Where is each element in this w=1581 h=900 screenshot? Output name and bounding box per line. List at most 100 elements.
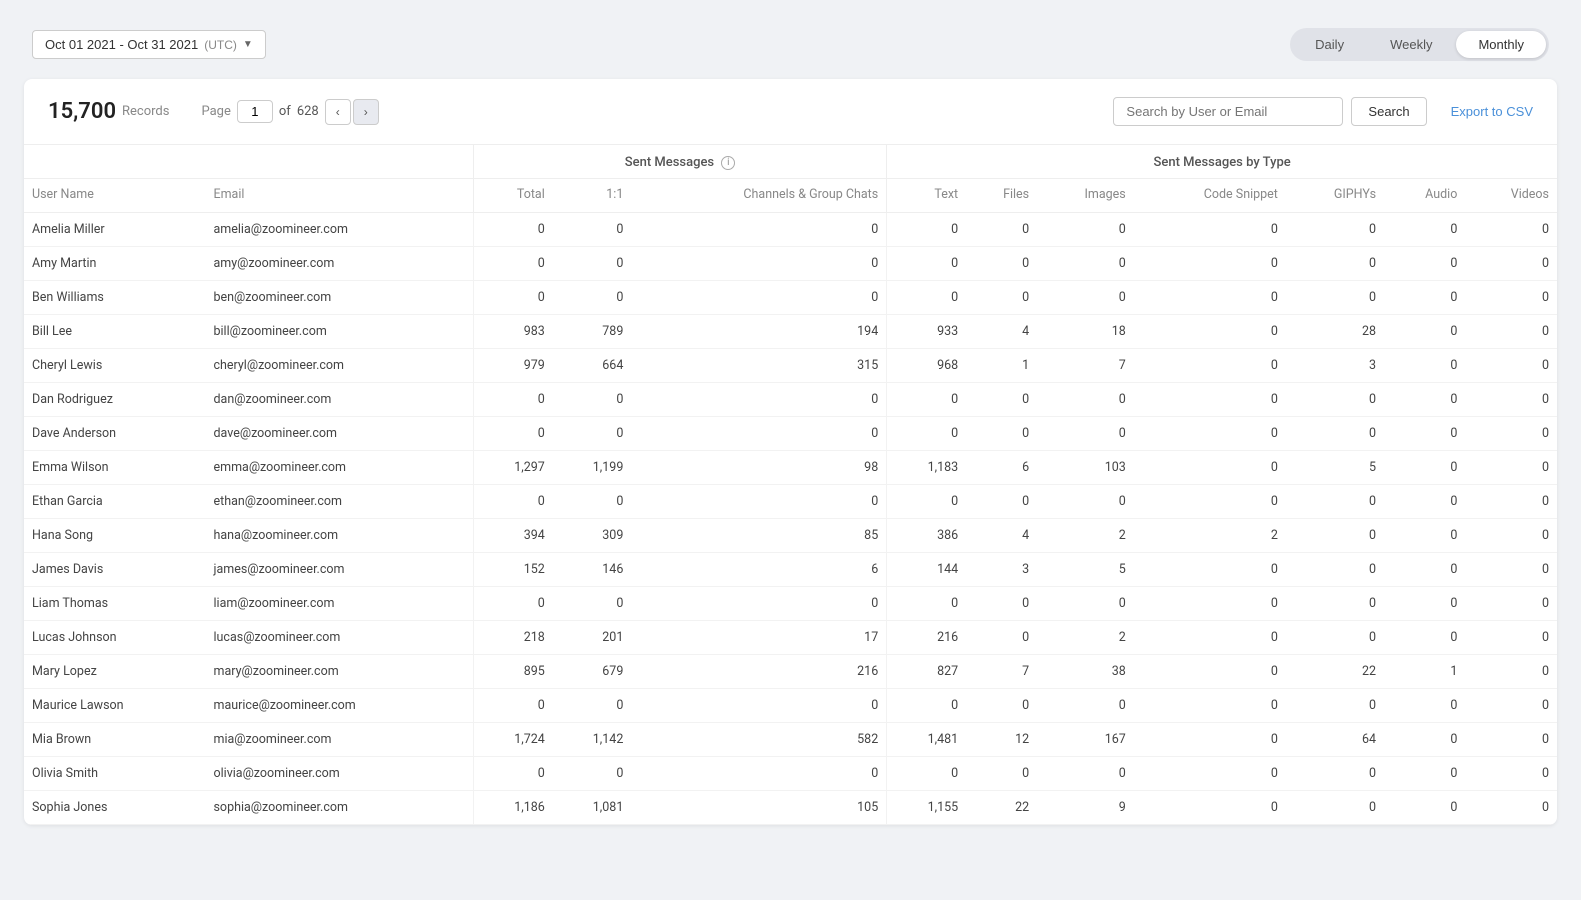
cell-total: 983 <box>473 315 552 349</box>
cell-oneToOne: 1,081 <box>553 791 632 825</box>
cell-images: 0 <box>1037 213 1134 247</box>
col-header-audio: Audio <box>1384 179 1465 213</box>
table-row: Mary Lopezmary@zoomineer.com895679216827… <box>24 655 1557 689</box>
cell-userName: Hana Song <box>24 519 205 553</box>
group-header-row: Sent Messages i Sent Messages by Type <box>24 145 1557 179</box>
cell-codeSnippet: 0 <box>1134 315 1286 349</box>
cell-audio: 0 <box>1384 315 1465 349</box>
search-input[interactable] <box>1113 97 1343 126</box>
cell-codeSnippet: 2 <box>1134 519 1286 553</box>
cell-files: 0 <box>966 247 1037 281</box>
table-row: Lucas Johnsonlucas@zoomineer.com21820117… <box>24 621 1557 655</box>
table-row: Amy Martinamy@zoomineer.com0000000000 <box>24 247 1557 281</box>
cell-email: mary@zoomineer.com <box>205 655 473 689</box>
cell-images: 103 <box>1037 451 1134 485</box>
table-row: Dave Andersondave@zoomineer.com000000000… <box>24 417 1557 451</box>
cell-total: 0 <box>473 281 552 315</box>
cell-videos: 0 <box>1465 281 1557 315</box>
cell-audio: 0 <box>1384 349 1465 383</box>
cell-images: 2 <box>1037 519 1134 553</box>
total-pages: 628 <box>297 104 319 119</box>
cell-oneToOne: 0 <box>553 757 632 791</box>
period-tab-weekly[interactable]: Weekly <box>1368 31 1454 58</box>
cell-text: 1,183 <box>887 451 966 485</box>
top-bar: Oct 01 2021 - Oct 31 2021 (UTC) ▼ DailyW… <box>0 0 1581 79</box>
cell-audio: 0 <box>1384 213 1465 247</box>
cell-oneToOne: 664 <box>553 349 632 383</box>
cell-images: 0 <box>1037 689 1134 723</box>
cell-total: 0 <box>473 689 552 723</box>
next-page-button[interactable]: › <box>353 99 379 125</box>
cell-codeSnippet: 0 <box>1134 485 1286 519</box>
cell-total: 218 <box>473 621 552 655</box>
cell-userName: Cheryl Lewis <box>24 349 205 383</box>
cell-codeSnippet: 0 <box>1134 451 1286 485</box>
cell-channelsGroup: 0 <box>631 281 886 315</box>
table-row: Amelia Milleramelia@zoomineer.com0000000… <box>24 213 1557 247</box>
col-header-total: Total <box>473 179 552 213</box>
table-row: Emma Wilsonemma@zoomineer.com1,2971,1999… <box>24 451 1557 485</box>
cell-giphys: 0 <box>1286 791 1384 825</box>
cell-images: 38 <box>1037 655 1134 689</box>
page-input[interactable] <box>237 100 273 123</box>
export-csv-button[interactable]: Export to CSV <box>1451 104 1533 119</box>
cell-codeSnippet: 0 <box>1134 383 1286 417</box>
cell-text: 0 <box>887 757 966 791</box>
cell-images: 18 <box>1037 315 1134 349</box>
cell-audio: 0 <box>1384 757 1465 791</box>
cell-images: 0 <box>1037 417 1134 451</box>
search-button[interactable]: Search <box>1351 97 1426 126</box>
cell-files: 0 <box>966 417 1037 451</box>
cell-videos: 0 <box>1465 723 1557 757</box>
cell-channelsGroup: 0 <box>631 689 886 723</box>
cell-total: 1,724 <box>473 723 552 757</box>
cell-total: 0 <box>473 383 552 417</box>
cell-videos: 0 <box>1465 417 1557 451</box>
cell-codeSnippet: 0 <box>1134 689 1286 723</box>
table-row: James Davisjames@zoomineer.com1521466144… <box>24 553 1557 587</box>
cell-giphys: 64 <box>1286 723 1384 757</box>
cell-userName: Maurice Lawson <box>24 689 205 723</box>
cell-channelsGroup: 105 <box>631 791 886 825</box>
cell-email: dave@zoomineer.com <box>205 417 473 451</box>
prev-page-button[interactable]: ‹ <box>325 99 351 125</box>
cell-userName: Sophia Jones <box>24 791 205 825</box>
page-label: Page <box>201 104 230 119</box>
cell-channelsGroup: 216 <box>631 655 886 689</box>
cell-giphys: 0 <box>1286 417 1384 451</box>
cell-audio: 1 <box>1384 655 1465 689</box>
cell-total: 895 <box>473 655 552 689</box>
cell-images: 5 <box>1037 553 1134 587</box>
period-tab-daily[interactable]: Daily <box>1293 31 1366 58</box>
records-count: 15,700 <box>48 99 116 124</box>
cell-userName: Lucas Johnson <box>24 621 205 655</box>
cell-email: maurice@zoomineer.com <box>205 689 473 723</box>
col-header-codeSnippet: Code Snippet <box>1134 179 1286 213</box>
cell-giphys: 22 <box>1286 655 1384 689</box>
cell-files: 6 <box>966 451 1037 485</box>
cell-giphys: 5 <box>1286 451 1384 485</box>
cell-files: 0 <box>966 587 1037 621</box>
cell-images: 2 <box>1037 621 1134 655</box>
cell-email: cheryl@zoomineer.com <box>205 349 473 383</box>
cell-codeSnippet: 0 <box>1134 417 1286 451</box>
table-row: Maurice Lawsonmaurice@zoomineer.com00000… <box>24 689 1557 723</box>
period-tab-monthly[interactable]: Monthly <box>1456 31 1546 58</box>
cell-giphys: 0 <box>1286 689 1384 723</box>
cell-text: 0 <box>887 485 966 519</box>
cell-email: olivia@zoomineer.com <box>205 757 473 791</box>
cell-oneToOne: 0 <box>553 247 632 281</box>
table-row: Cheryl Lewischeryl@zoomineer.com97966431… <box>24 349 1557 383</box>
cell-oneToOne: 201 <box>553 621 632 655</box>
page-nav: ‹ › <box>325 99 379 125</box>
cell-audio: 0 <box>1384 791 1465 825</box>
cell-videos: 0 <box>1465 247 1557 281</box>
date-picker[interactable]: Oct 01 2021 - Oct 31 2021 (UTC) ▼ <box>32 30 266 59</box>
cell-videos: 0 <box>1465 757 1557 791</box>
cell-files: 1 <box>966 349 1037 383</box>
cell-text: 0 <box>887 689 966 723</box>
cell-text: 0 <box>887 383 966 417</box>
cell-giphys: 28 <box>1286 315 1384 349</box>
cell-userName: Dan Rodriguez <box>24 383 205 417</box>
cell-files: 0 <box>966 621 1037 655</box>
